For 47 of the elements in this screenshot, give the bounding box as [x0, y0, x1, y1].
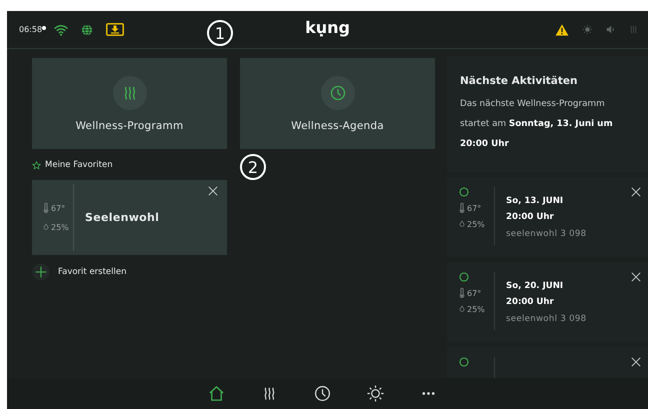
- info-text: Das nächste Wellness-Programm startet am Sonntag, 13. Juni um 20:00 Uhr: [460, 98, 614, 151]
- close-icon[interactable]: [631, 357, 641, 367]
- favorite-card[interactable]: 67° 25% Seelenwohl: [32, 180, 227, 255]
- status-dot-icon: [42, 26, 46, 30]
- status-ring-icon: [459, 187, 469, 197]
- close-icon[interactable]: [208, 186, 218, 196]
- speaker-icon[interactable]: [606, 25, 615, 34]
- activity-date: So, 13. JUNI: [506, 195, 564, 208]
- close-icon[interactable]: [631, 187, 641, 197]
- thermometer-icon: [459, 203, 465, 213]
- activity-time: 20:00 Uhr: [506, 211, 555, 224]
- create-favorite-button[interactable]: Favorit erstellen: [32, 263, 126, 281]
- droplet-icon: [459, 219, 465, 229]
- program-name: seelenwohl 3 098: [506, 314, 586, 324]
- clock-time: 06:58: [19, 25, 42, 34]
- menu-tile[interactable]: Wellness-Agenda: [240, 58, 435, 149]
- plus-icon: [32, 263, 50, 281]
- clock-icon: [330, 84, 346, 100]
- globe-icon[interactable]: [80, 24, 94, 36]
- temperature-value: 67°: [467, 288, 482, 298]
- thermometer-icon: [43, 203, 49, 213]
- status-ring-icon: [459, 357, 469, 367]
- status-ring-icon: [459, 272, 469, 282]
- warning-icon[interactable]: [555, 24, 569, 36]
- section-title: Meine Favoriten: [45, 160, 113, 170]
- thermometer-icon: [459, 288, 465, 298]
- menu-tile[interactable]: Wellness-Programm: [32, 58, 227, 149]
- temperature-value: 67°: [51, 204, 66, 212]
- temperature-value: 67°: [467, 204, 482, 212]
- activity-time: 20:00 Uhr: [506, 296, 555, 309]
- humidity-value: 25%: [467, 304, 485, 314]
- program-name: seelenwohl 3 098: [506, 229, 586, 239]
- activity-date: So, 20. JUNI: [506, 280, 564, 293]
- download-icon[interactable]: [106, 23, 124, 36]
- home-icon[interactable]: [208, 385, 225, 402]
- wifi-icon[interactable]: [54, 24, 68, 36]
- star-icon: [32, 160, 41, 170]
- droplet-icon: [459, 304, 465, 314]
- close-icon[interactable]: [631, 272, 641, 282]
- humidity-value: 25%: [51, 222, 69, 232]
- favorite-name: Seelenwohl: [85, 211, 160, 224]
- brand-logo: kụng: [305, 18, 350, 37]
- callout-marker: 2: [240, 154, 266, 180]
- panel-title: Nächste Aktivitäten: [460, 75, 579, 87]
- clock-icon[interactable]: [314, 385, 331, 402]
- droplet-icon: [43, 222, 49, 232]
- humidity-value: 25%: [467, 220, 485, 228]
